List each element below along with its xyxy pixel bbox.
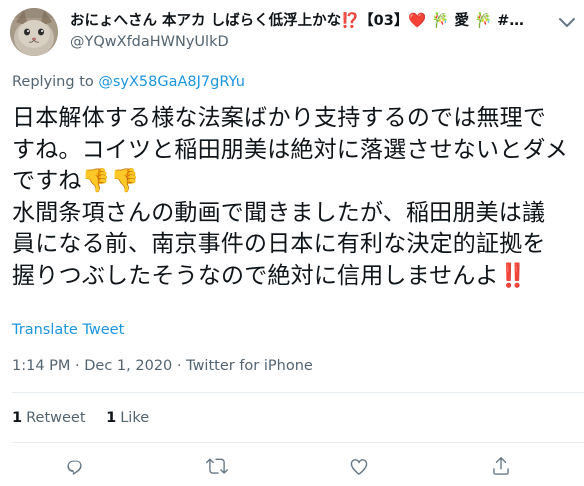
replying-to: Replying to @syX58GaA8J7gRYu xyxy=(12,72,245,92)
reply-mention-link[interactable]: @syX58GaA8J7gRYu xyxy=(98,74,245,90)
tweet-line: 握りつぶしたそうなので絶対に信用しませんよ‼️ xyxy=(12,262,528,289)
likes-stat[interactable]: 1 Like xyxy=(106,410,149,426)
tweet-text: 日本解体する様な法案ばかり支持するのでは無理で すね。コイツと稲田朋美は絶対に落… xyxy=(12,103,582,292)
likes-label: Like xyxy=(120,410,150,426)
user-info[interactable]: おにょへさん 本アカ しばらく低浮上かな⁉️【03】❤️ 🎋 愛 🎋 #… @Y… xyxy=(70,12,570,51)
tweet-line: ですね👎👎 xyxy=(12,168,140,194)
divider xyxy=(12,392,584,393)
meta-separator: · xyxy=(172,358,187,374)
tweet-actions xyxy=(0,455,584,481)
tweet-line: 員になる前、南京事件の日本に有利な決定的証拠を xyxy=(12,231,546,257)
tweet-source[interactable]: Twitter for iPhone xyxy=(186,358,313,374)
replying-to-label: Replying to xyxy=(12,74,99,90)
tweet-line: 水間条項さんの動画で聞きましたが、稲田朋美は議 xyxy=(12,199,546,226)
tweet-header: おにょへさん 本アカ しばらく低浮上かな⁉️【03】❤️ 🎋 愛 🎋 #… @Y… xyxy=(10,8,580,58)
retweets-count: 1 xyxy=(12,410,23,426)
tweet-line: すね。コイツと稲田朋美は絶対に落選させないとダメ xyxy=(12,136,569,163)
share-icon[interactable] xyxy=(490,455,516,481)
avatar[interactable] xyxy=(10,8,58,56)
likes-count: 1 xyxy=(106,410,117,426)
reply-icon[interactable] xyxy=(64,455,90,481)
tweet-date[interactable]: Dec 1, 2020 xyxy=(84,358,172,374)
retweets-stat[interactable]: 1 Retweet xyxy=(12,410,86,426)
tweet-meta: 1:14 PM · Dec 1, 2020 · Twitter for iPho… xyxy=(12,356,313,376)
retweets-label: Retweet xyxy=(26,410,86,426)
retweet-icon[interactable] xyxy=(206,455,232,481)
tweet-stats: 1 Retweet 1 Like xyxy=(12,408,165,428)
translate-tweet-link[interactable]: Translate Tweet xyxy=(12,320,124,340)
user-handle[interactable]: @YQwXfdaHWNyUlkD xyxy=(70,33,570,51)
tweet-time[interactable]: 1:14 PM xyxy=(12,358,70,374)
display-name[interactable]: おにょへさん 本アカ しばらく低浮上かな⁉️【03】❤️ 🎋 愛 🎋 #… xyxy=(70,12,570,31)
divider xyxy=(12,442,584,443)
tweet-line: 日本解体する様な法案ばかり支持するのでは無理で xyxy=(12,105,547,131)
heart-icon[interactable] xyxy=(348,455,374,481)
meta-separator: · xyxy=(70,358,85,374)
cat-avatar-icon xyxy=(10,8,58,56)
chevron-down-icon[interactable] xyxy=(554,12,580,32)
